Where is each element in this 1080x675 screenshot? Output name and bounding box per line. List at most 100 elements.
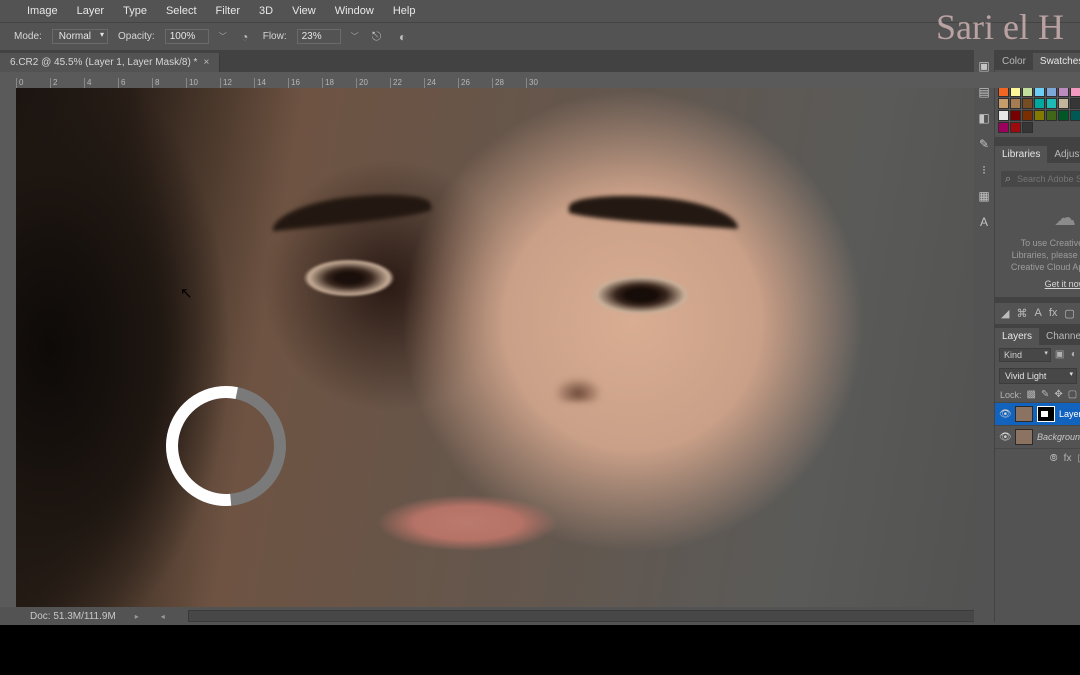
layer-row[interactable]: 👁 Background <box>995 425 1080 448</box>
libraries-panel-tabs: LibrariesAdjustments <box>995 143 1080 163</box>
pressure-opacity-icon[interactable]: ◔ <box>237 29 253 45</box>
properties-panel-icon[interactable]: ◧ <box>974 108 994 128</box>
brush-presets-panel-icon[interactable]: ⁝ <box>974 160 994 180</box>
menu-filter[interactable]: Filter <box>207 2 249 20</box>
filter-pixel-icon[interactable]: ▣ <box>1055 349 1067 361</box>
link-icon[interactable]: ⦾ <box>1050 453 1058 464</box>
menu-view[interactable]: View <box>283 2 325 20</box>
layer-filter-kind-dropdown[interactable]: Kind <box>999 348 1051 362</box>
swatch[interactable] <box>1010 122 1021 133</box>
scroll-left-icon[interactable]: ◂ <box>158 612 168 621</box>
visibility-icon[interactable]: 👁 <box>999 409 1011 420</box>
blend-mode-dropdown[interactable]: Normal <box>52 29 108 44</box>
status-menu-icon[interactable]: ▸ <box>132 612 142 621</box>
ruler-origin[interactable] <box>0 72 16 88</box>
airbrush-icon[interactable]: ⎋ <box>369 29 385 45</box>
layers-tab-channels[interactable]: Channels <box>1039 328 1080 345</box>
tool-options-bar: Mode: Normal Opacity: 100% ﹀ ◔ Flow: 23%… <box>0 22 1080 50</box>
swatch[interactable] <box>998 122 1009 133</box>
layers-tab-layers[interactable]: Layers <box>995 328 1039 345</box>
swatch[interactable] <box>1034 98 1045 109</box>
libraries-message: To use Creative Cloud Libraries, please … <box>1001 237 1080 273</box>
swatch[interactable] <box>1022 98 1033 109</box>
layer-type-icon[interactable]: A <box>1034 307 1041 320</box>
swatches-panel-tabs: ColorSwatches <box>995 50 1080 70</box>
menu-select[interactable]: Select <box>157 2 206 20</box>
menu-help[interactable]: Help <box>384 2 425 20</box>
link-layers-icon[interactable]: ⌘ <box>1016 307 1027 320</box>
get-it-now-link[interactable]: Get it now <box>1045 279 1080 289</box>
lock-position-icon[interactable]: ✥ <box>1054 389 1062 400</box>
lock-transparency-icon[interactable]: ▩ <box>1027 389 1036 400</box>
collapsed-panel-strip: ▣ ▤ ◧ ✎ ⁝ ▦ A <box>974 50 995 622</box>
vertical-ruler[interactable] <box>0 88 16 607</box>
swatch[interactable] <box>1022 122 1033 133</box>
brush-panel-icon[interactable]: ✎ <box>974 134 994 154</box>
close-tab-icon[interactable]: × <box>203 57 209 68</box>
layer-mask-thumbnail[interactable] <box>1037 406 1055 422</box>
document-title: 6.CR2 @ 45.5% (Layer 1, Layer Mask/8) * <box>10 57 197 68</box>
layers-panel-tabs: LayersChannelsPaths <box>995 325 1080 345</box>
menu-type[interactable]: Type <box>114 2 156 20</box>
main-menu-bar: ImageLayerTypeSelectFilter3DViewWindowHe… <box>0 0 1080 22</box>
layer-mask-small-icon[interactable]: ▢ <box>1064 307 1074 320</box>
layers-quick-icons: ◢ ⌘ A fx ▢ <box>995 303 1080 325</box>
horizontal-ruler[interactable]: 024681012141618202224262830 <box>16 72 1080 88</box>
add-adjustment-icon[interactable]: ◢ <box>1001 307 1009 320</box>
menu-window[interactable]: Window <box>326 2 383 20</box>
canvas[interactable]: ↖ <box>16 88 1080 607</box>
filter-adj-icon[interactable]: ◐ <box>1071 349 1080 361</box>
libraries-panel: LibrariesAdjustments ☁ To use Creative C… <box>995 143 1080 297</box>
doc-size-readout[interactable]: Doc: 51.3M/111.9M <box>30 611 116 622</box>
horizontal-scrollbar[interactable] <box>188 610 1076 622</box>
document-tab-bar: 6.CR2 @ 45.5% (Layer 1, Layer Mask/8) * … <box>0 50 1080 72</box>
swatch[interactable] <box>998 98 1009 109</box>
layer-name[interactable]: Layer 1 <box>1059 409 1080 419</box>
swatch[interactable] <box>1070 110 1080 121</box>
lock-artboard-icon[interactable]: ▢ <box>1068 389 1077 400</box>
opacity-chevron-icon[interactable]: ﹀ <box>219 31 227 42</box>
flow-field[interactable]: 23% <box>297 29 341 44</box>
swatch[interactable] <box>1010 98 1021 109</box>
layers-panel: ◢ ⌘ A fx ▢ LayersChannelsPaths Kind ▣ ◐ … <box>995 303 1080 468</box>
layer-fx-icon[interactable]: fx <box>1049 307 1058 320</box>
swatch[interactable] <box>1058 110 1069 121</box>
lock-label: Lock: <box>1000 390 1022 400</box>
libraries-tab-libraries[interactable]: Libraries <box>995 146 1047 163</box>
swatch[interactable] <box>1034 110 1045 121</box>
swatch[interactable] <box>1058 98 1069 109</box>
right-panel-dock: ▣ ▤ ◧ ✎ ⁝ ▦ A ColorSwatches LibrariesAdj… <box>974 50 1080 622</box>
character-panel-icon[interactable]: A <box>974 212 994 232</box>
visibility-icon[interactable]: 👁 <box>999 432 1011 443</box>
canvas-area: 024681012141618202224262830 ↖ Doc: 51.3M… <box>0 72 1080 625</box>
layer-thumbnail[interactable] <box>1015 406 1033 422</box>
layer-blend-mode-dropdown[interactable]: Vivid Light <box>999 368 1077 384</box>
pressure-size-icon[interactable]: ◐ <box>395 29 411 45</box>
swatch[interactable] <box>998 110 1009 121</box>
opacity-field[interactable]: 100% <box>165 29 209 44</box>
layers-footer: ⦾ fx ◫ ◑ ▣ ▤ <box>995 448 1080 468</box>
swatch[interactable] <box>1070 98 1080 109</box>
flow-chevron-icon[interactable]: ﹀ <box>351 31 359 42</box>
fx-icon[interactable]: fx <box>1064 453 1072 464</box>
layer-thumbnail[interactable] <box>1015 429 1033 445</box>
opacity-label: Opacity: <box>118 31 155 42</box>
status-bar: Doc: 51.3M/111.9M ▸ ◂ <box>0 607 1080 625</box>
stock-search-input[interactable] <box>1001 171 1080 187</box>
mode-label: Mode: <box>14 31 42 42</box>
swatch[interactable] <box>1022 110 1033 121</box>
document-tab[interactable]: 6.CR2 @ 45.5% (Layer 1, Layer Mask/8) * … <box>0 53 220 72</box>
swatches-tab-swatches[interactable]: Swatches <box>1033 53 1080 70</box>
layer-row[interactable]: 👁 Layer 1 <box>995 402 1080 425</box>
swatches-tab-color[interactable]: Color <box>995 53 1033 70</box>
swatch[interactable] <box>1046 98 1057 109</box>
info-panel-icon[interactable]: ▦ <box>974 186 994 206</box>
lock-image-icon[interactable]: ✎ <box>1041 389 1049 400</box>
menu-layer[interactable]: Layer <box>68 2 114 20</box>
menu-3d[interactable]: 3D <box>250 2 282 20</box>
libraries-tab-adjustments[interactable]: Adjustments <box>1047 146 1080 163</box>
swatch[interactable] <box>1010 110 1021 121</box>
menu-image[interactable]: Image <box>18 2 67 20</box>
swatch[interactable] <box>1046 110 1057 121</box>
layer-name[interactable]: Background <box>1037 432 1080 442</box>
